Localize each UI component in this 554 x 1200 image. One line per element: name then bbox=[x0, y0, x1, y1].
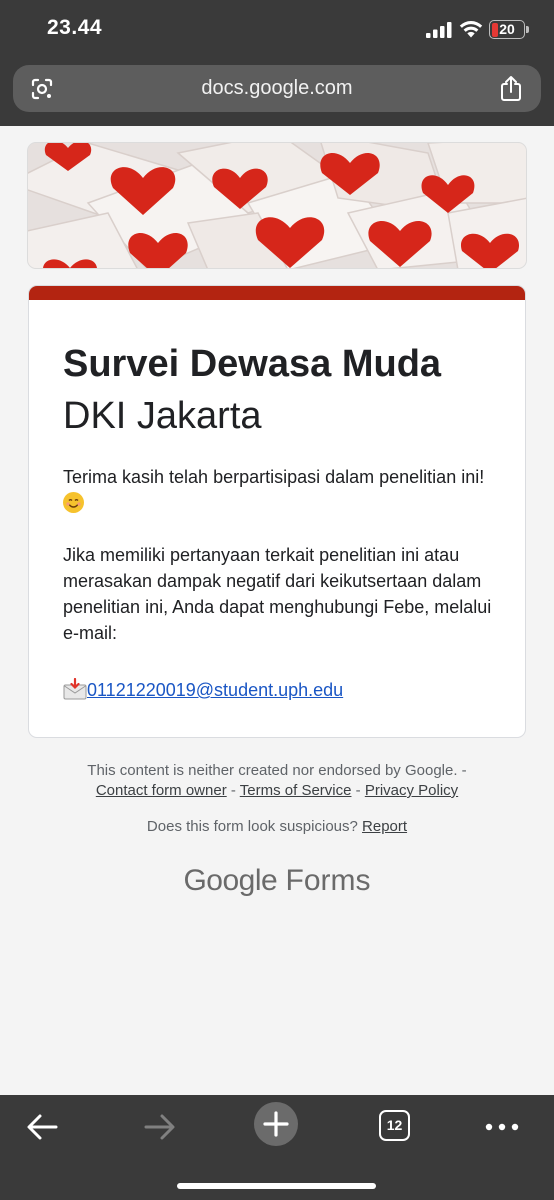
thanks-text: Terima kasih telah berpartisipasi dalam … bbox=[63, 467, 485, 487]
email-line: 01121220019@student.uph.edu bbox=[63, 677, 343, 701]
form-title-bold: Survei Dewasa Muda bbox=[63, 343, 442, 385]
battery-percent: 20 bbox=[499, 21, 515, 37]
more-icon[interactable] bbox=[482, 1107, 522, 1147]
form-banner-image bbox=[27, 142, 527, 269]
logo-forms-text: Forms bbox=[285, 864, 371, 897]
disclaimer-text: This content is neither created nor endo… bbox=[87, 762, 467, 779]
privacy-link[interactable]: Privacy Policy bbox=[365, 782, 458, 799]
status-bar: 23.44 20 bbox=[0, 0, 554, 60]
url-text[interactable]: docs.google.com bbox=[13, 77, 541, 100]
form-title: Survei Dewasa Muda DKI Jakarta bbox=[63, 338, 503, 442]
battery-icon: 20 bbox=[489, 20, 525, 39]
footer-suspicious: Does this form look suspicious? Report bbox=[0, 817, 554, 837]
thanks-paragraph: Terima kasih telah berpartisipasi dalam … bbox=[63, 464, 503, 516]
google-forms-logo: Google Forms bbox=[0, 864, 554, 898]
signal-icon bbox=[426, 22, 452, 38]
suspicious-text: Does this form look suspicious? bbox=[146, 818, 358, 835]
battery-nub bbox=[526, 26, 529, 33]
incoming-envelope-icon bbox=[63, 677, 87, 700]
footer-disclaimer: This content is neither created nor endo… bbox=[0, 761, 554, 801]
form-title-regular: DKI Jakarta bbox=[63, 395, 262, 437]
logo-google-text: Google bbox=[183, 864, 278, 897]
separator: - bbox=[351, 782, 365, 799]
back-icon[interactable] bbox=[22, 1107, 62, 1147]
contact-paragraph: Jika memiliki pertanyaan terkait penelit… bbox=[63, 545, 492, 643]
tabs-icon[interactable]: 12 bbox=[379, 1110, 410, 1141]
footer-links: Contact form owner - Terms of Service - … bbox=[0, 781, 554, 801]
card-accent-stripe bbox=[29, 286, 525, 300]
separator: - bbox=[226, 782, 240, 799]
new-tab-icon[interactable] bbox=[253, 1101, 299, 1147]
status-time: 23.44 bbox=[47, 16, 103, 39]
url-bar[interactable]: docs.google.com bbox=[13, 65, 541, 112]
email-link[interactable]: 01121220019@student.uph.edu bbox=[87, 680, 343, 700]
home-indicator bbox=[177, 1183, 376, 1189]
envelopes-hearts-illustration bbox=[28, 143, 526, 268]
contact-owner-link[interactable]: Contact form owner bbox=[96, 782, 227, 799]
terms-link[interactable]: Terms of Service bbox=[240, 782, 352, 799]
smile-emoji-icon bbox=[63, 492, 84, 513]
report-link[interactable]: Report bbox=[362, 818, 407, 835]
form-description: Terima kasih telah berpartisipasi dalam … bbox=[63, 464, 503, 672]
browser-chrome: 23.44 20 docs.google.com bbox=[0, 0, 554, 126]
form-card: Survei Dewasa Muda DKI Jakarta Terima ka… bbox=[28, 285, 526, 738]
share-icon[interactable] bbox=[499, 75, 523, 102]
forward-icon[interactable] bbox=[140, 1107, 180, 1147]
wifi-icon bbox=[459, 21, 483, 38]
